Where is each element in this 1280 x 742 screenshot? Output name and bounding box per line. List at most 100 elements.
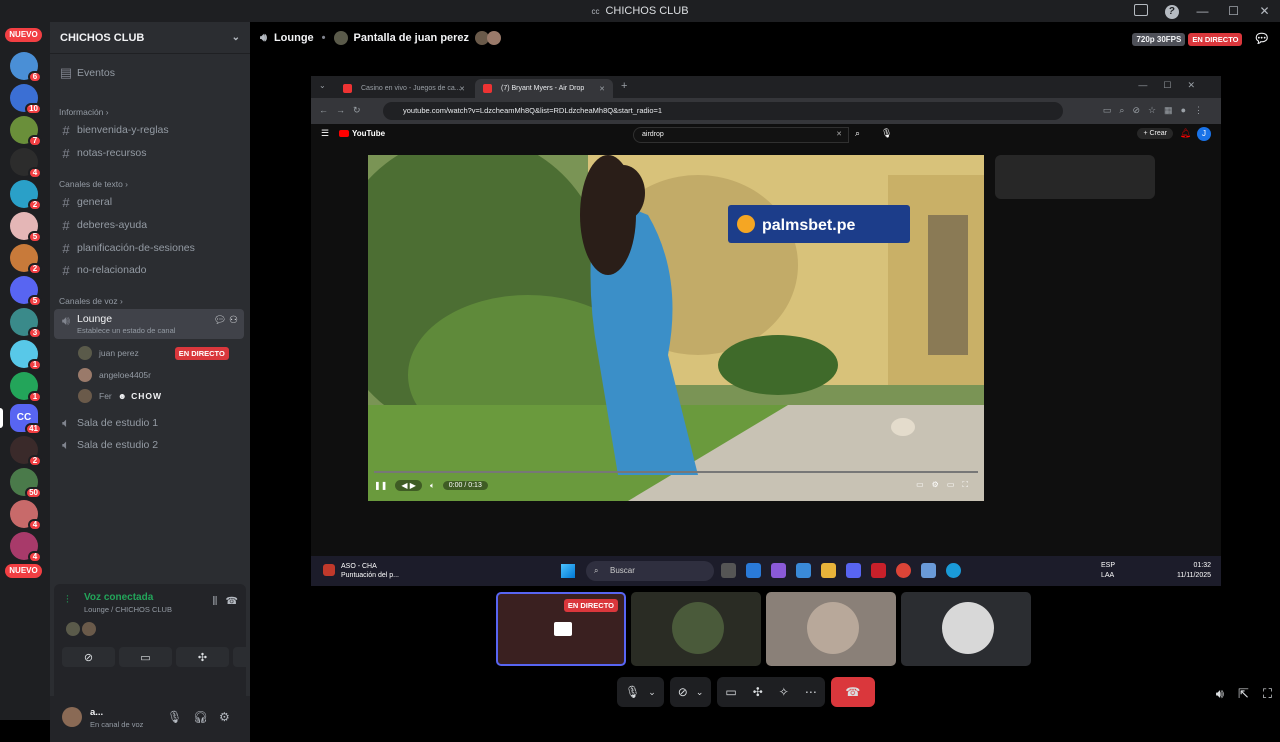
create-button[interactable]: + Crear [1137,128,1173,139]
server-icon[interactable]: 4 [10,500,42,531]
youtube-logo[interactable]: YouTube [339,129,385,138]
discord-icon[interactable] [846,563,861,578]
user-avatar[interactable] [62,707,82,727]
youtube-search-input[interactable]: airdrop ✕ [633,127,849,143]
popout-icon[interactable]: ⇱ [1238,686,1249,702]
disconnect-button[interactable]: ☎ [830,677,875,707]
microphone-icon[interactable]: 🎙︎ [167,710,182,724]
close-icon[interactable]: ✕ [599,85,605,93]
help-icon[interactable]: ? [1156,3,1187,19]
fullscreen-icon[interactable]: ⛶ [1263,686,1272,702]
tile-participant[interactable] [766,592,896,666]
channel-general[interactable]: # general [54,192,244,212]
volume-icon[interactable]: 🔈︎ [430,481,435,491]
server-icon[interactable]: 1 [10,340,42,371]
server-icon[interactable]: 50 [10,468,42,499]
voice-channel-sala-1[interactable]: 🔈︎ Sala de estudio 1 [54,413,244,433]
browser-tab-youtube[interactable]: (7) Bryant Myers - Air Drop ✕ [475,79,613,98]
copilot-icon[interactable] [771,563,786,578]
nav-buttons[interactable]: ←→↻ [319,105,369,116]
app-icon[interactable] [871,563,886,578]
camera-off-icon[interactable]: ⊘ [62,647,115,667]
account-avatar[interactable]: J [1197,127,1211,141]
close-icon[interactable]: ✕ [1249,4,1280,18]
server-icon[interactable]: 2 [10,436,42,467]
clear-icon[interactable]: ✕ [836,128,842,142]
search-icon[interactable]: ⌕ [855,128,860,139]
player-settings-icons[interactable]: ▭⚙▭⛶ [916,480,976,490]
screen-share-icon[interactable] [1125,3,1156,19]
language-indicator[interactable]: ESP LAA [1101,561,1115,581]
screen-share-icon[interactable]: ▭ [119,647,172,667]
channel-status-prompt[interactable]: Establece un estado de canal [77,326,175,335]
shared-screen[interactable]: ⌄ Casino en vivo - Juegos de ca... ✕ (7)… [311,76,1221,586]
channel-bienvenida-y-reglas[interactable]: # bienvenida-y-reglas [54,120,244,140]
category-info[interactable]: Información › [59,107,109,117]
gear-icon[interactable]: ⚙ [219,710,230,724]
server-icon[interactable]: 5 [10,212,42,243]
voice-channel-sala-2[interactable]: 🔈︎ Sala de estudio 2 [54,435,244,455]
close-icon[interactable]: ✕ [459,85,465,93]
voice-user-angeloe[interactable]: angeloe4405r [78,366,151,384]
folder-icon[interactable] [821,563,836,578]
server-icon[interactable]: 1 [10,372,42,403]
taskbar-notification[interactable]: ASO - CHA Puntuación del p... [323,562,399,580]
channel-no-relacionado[interactable]: # no-relacionado [54,260,244,280]
activities-icon[interactable]: ✣ [176,647,229,667]
server-icon[interactable]: 4 [10,148,42,179]
screen-share-button[interactable]: ▭ ✣ ✧ ⋯ [717,677,825,707]
address-bar[interactable]: youtube.com/watch?v=Ldzcheam­Mh8Q&list=R… [383,102,1063,120]
user-name[interactable]: a... [90,707,103,718]
channel-planificacion[interactable]: # planificación-de-sesiones [54,238,244,258]
new-tab-icon[interactable]: + [621,80,627,92]
browser-actions[interactable]: ▭⌕⊘☆▦●⋮ [1103,105,1211,116]
prev-next-icons[interactable]: ◀ ▶ [395,480,422,491]
minimize-icon[interactable]: — [1187,4,1218,18]
maximize-icon[interactable]: ☐ [1218,4,1249,18]
pause-icon[interactable]: ❚❚ [374,481,387,490]
chat-icon[interactable]: 💬︎ [1253,31,1270,47]
browser-window-controls[interactable]: —☐✕ [1138,80,1211,91]
server-icon[interactable]: 6 [10,52,42,83]
server-icon[interactable]: 10 [10,84,42,115]
voice-connected-subtitle[interactable]: Lounge / CHICHOS CLUB [84,605,172,614]
chat-icon[interactable]: 💬︎ ⚇ [214,315,238,326]
server-icon[interactable]: CC 41 [0,404,42,435]
widgets-icon[interactable] [746,563,761,578]
tile-participant[interactable] [631,592,761,666]
noise-and-disconnect-icons[interactable]: ⫼ ☎ [213,596,238,607]
channel-notas-recursos[interactable]: # notas-recursos [54,143,244,163]
headphones-icon[interactable]: 🎧︎ [193,710,208,724]
voice-user-fer[interactable]: Fer ☻ CHOW [78,387,162,405]
video-player[interactable]: palmsbet.pe ❚❚ ◀ ▶ 🔈︎ 0:00 / 0:13 ▭⚙▭⛶ [368,155,984,501]
voice-user-juan[interactable]: juan perez EN DIRECTO [78,344,229,362]
category-text[interactable]: Canales de texto › [59,179,128,189]
new-badge-bottom[interactable]: NUEVO [5,564,42,578]
signal-icon[interactable]: ⫶ [66,594,78,606]
server-icon[interactable]: 2 [10,180,42,211]
calculator-icon[interactable] [921,563,936,578]
server-icon[interactable]: 7 [10,116,42,147]
server-icon[interactable]: 5 [10,276,42,307]
category-voice[interactable]: Canales de voz › [59,296,123,306]
taskbar-clock[interactable]: 01:32 11/11/2025 [1177,561,1211,581]
browser-tab-casino[interactable]: Casino en vivo - Juegos de ca... ✕ [335,79,473,98]
bell-icon[interactable]: 🔔︎ [1180,128,1191,139]
tile-stream[interactable]: EN DIRECTO [496,592,626,666]
chrome-icon[interactable] [896,563,911,578]
side-card[interactable] [995,155,1155,199]
server-icon[interactable]: 2 [10,244,42,275]
voice-channel-lounge[interactable]: 🔊︎ Lounge Establece un estado de canal 💬… [54,309,244,339]
taskbar-search[interactable]: ⌕ Buscar [586,561,714,581]
server-icon[interactable]: 4 [10,532,42,563]
tab-search-icon[interactable]: ⌄ [319,81,326,90]
windows-start-icon[interactable] [561,564,575,578]
server-header[interactable]: CHICHOS CLUB ⌄ [50,22,250,54]
server-icon[interactable]: 3 [10,308,42,339]
events-item[interactable]: ▤ Eventos [54,63,244,83]
channel-deberes-ayuda[interactable]: # deberes-ayuda [54,215,244,235]
store-icon[interactable] [796,563,811,578]
edge-icon[interactable] [946,563,961,578]
camera-button[interactable]: ⊘ ⌄ [669,677,712,707]
new-badge-top[interactable]: NUEVO [5,28,42,42]
